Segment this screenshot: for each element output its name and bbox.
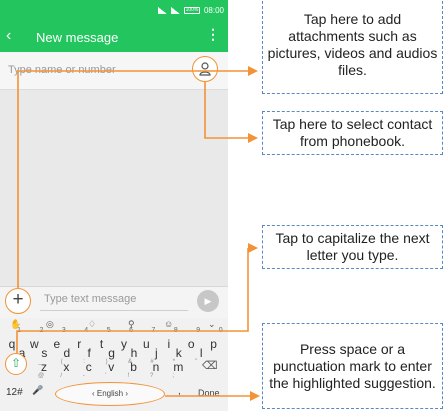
key-m[interactable]: m; [168, 356, 188, 379]
key-secondary: 9 [196, 327, 201, 334]
select-contact-button[interactable] [192, 56, 218, 82]
key-letter: p [210, 337, 217, 351]
key-z[interactable]: z @ [34, 356, 54, 379]
keyboard-toolbar: ✋ ◎ ♢ ⚲ ☺ ⌄ [0, 318, 228, 332]
key-letter: m [173, 360, 184, 374]
key-letter: x [63, 360, 70, 374]
key-secondary: ' [105, 373, 107, 379]
voice-key-icon[interactable]: 🎤 [32, 385, 43, 396]
key-b[interactable]: b! [124, 356, 144, 379]
key-c[interactable]: c- [79, 356, 99, 379]
key-secondary: 6 [129, 327, 133, 334]
comma-key[interactable]: , [178, 386, 181, 397]
key-secondary: 7 [151, 327, 156, 334]
key-secondary: - [82, 373, 85, 379]
status-bar: 100% 08:00 [0, 0, 228, 22]
message-thread-area [0, 90, 228, 286]
key-secondary: 4 [84, 327, 89, 334]
key-secondary: 0 [218, 327, 223, 334]
key-letter: z [41, 360, 47, 374]
key-secondary: ! [127, 373, 130, 379]
status-time: 08:00 [203, 6, 224, 15]
key-secondary: " [195, 359, 198, 365]
message-input-underline [40, 310, 188, 311]
contact-icon [199, 62, 211, 76]
space-bar[interactable]: ‹ English › [55, 382, 165, 406]
arrowhead-attachments [248, 66, 258, 76]
overflow-menu-icon[interactable]: ⋮ [206, 27, 220, 41]
space-bar-label: English [96, 389, 124, 398]
arrowhead-contact [248, 133, 258, 143]
back-arrow-icon[interactable]: ‹ [6, 28, 11, 44]
key-secondary: 1 [17, 327, 21, 334]
key-secondary: ; [172, 373, 175, 379]
add-attachment-button[interactable]: + [5, 288, 31, 314]
battery-indicator: 100% [183, 7, 200, 14]
callout-attachments: Tap here to add attachments such as pict… [262, 0, 443, 94]
key-secondary: 3 [61, 327, 66, 334]
arrowhead-space [250, 391, 260, 401]
backspace-icon[interactable]: ⌫ [202, 359, 218, 372]
callout-contact: Tap here to select contact from phoneboo… [262, 111, 443, 155]
callout-capitalize: Tap to capitalize the next letter you ty… [262, 225, 443, 269]
key-x[interactable]: x / [56, 356, 76, 379]
app-title: New message [36, 30, 119, 45]
tshirt-icon[interactable]: ♢ [88, 319, 96, 330]
collapse-chevron-icon[interactable]: ⌄ [208, 319, 216, 330]
message-input[interactable]: Type text message [44, 293, 136, 305]
key-letter: c [85, 360, 92, 374]
key-secondary: 5 [106, 327, 111, 334]
send-button[interactable]: ▶ [197, 290, 219, 312]
key-secondary: ? [150, 373, 154, 379]
recipient-input[interactable]: Type name or number [8, 64, 116, 76]
key-secondary: 8 [173, 327, 178, 334]
shift-key[interactable]: ⇧ [5, 353, 27, 375]
signal-icon [157, 7, 167, 14]
key-n[interactable]: n? [146, 356, 166, 379]
key-secondary: 2 [39, 327, 44, 334]
key-letter: l [199, 346, 203, 360]
phone-screenshot: 100% 08:00 ‹ New message ⋮ Type name or … [0, 0, 228, 411]
key-letter: b [130, 360, 137, 374]
signal-icon-2 [170, 7, 180, 14]
arrowhead-capitalize [248, 243, 258, 253]
emoji-icon[interactable]: ☺ [164, 319, 173, 329]
key-letter: n [152, 360, 160, 374]
globe-icon[interactable]: ◎ [46, 319, 54, 330]
key-secondary: / [60, 373, 63, 379]
callout-space: Press space or a punctuation mark to ent… [262, 323, 443, 409]
done-key[interactable]: Done [198, 388, 220, 398]
app-bar: ‹ New message ⋮ [0, 22, 228, 52]
key-v[interactable]: v ' [101, 356, 121, 379]
numbers-key[interactable]: 12# [6, 387, 23, 398]
key-secondary: @ [38, 373, 45, 379]
key-letter: v [108, 360, 115, 374]
